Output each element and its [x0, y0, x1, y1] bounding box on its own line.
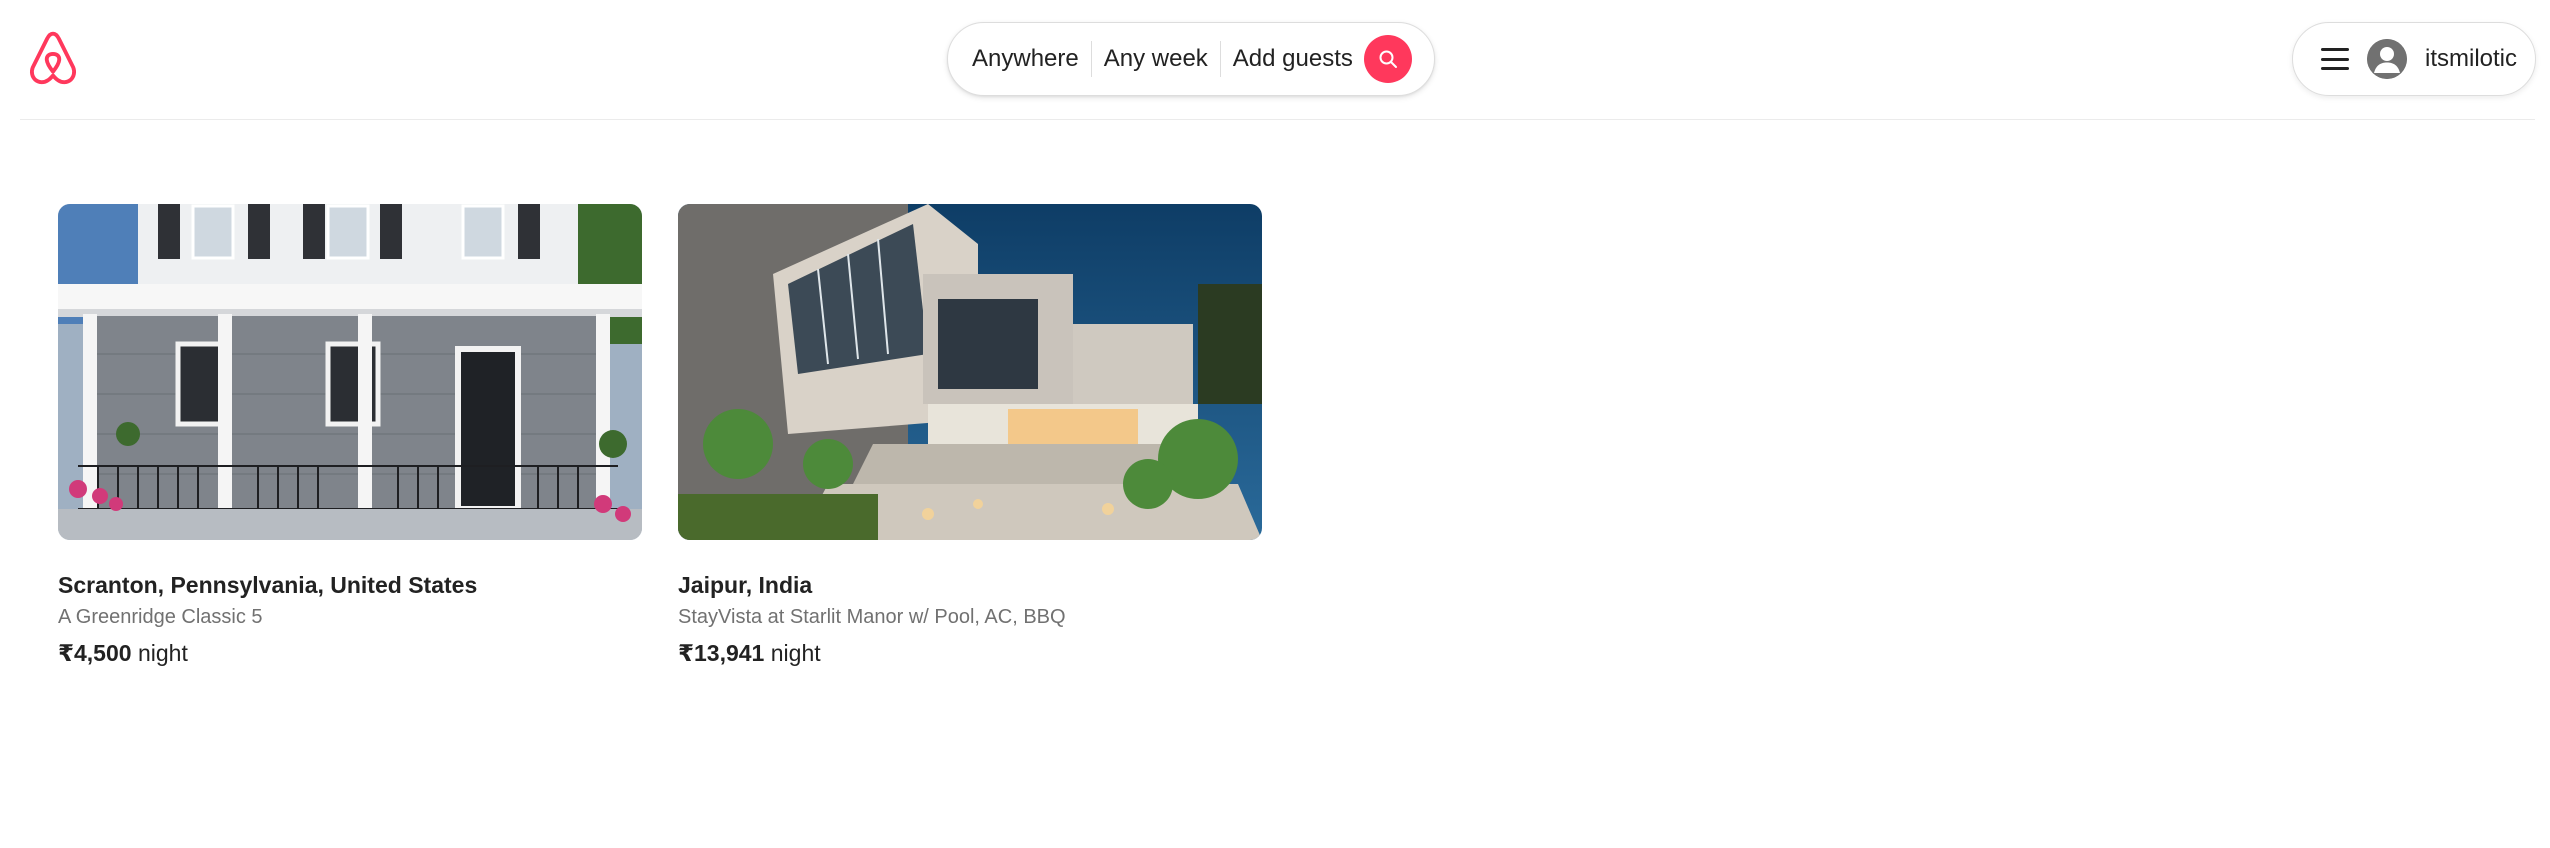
search-icon	[1379, 50, 1397, 68]
listing-card[interactable]: Jaipur, India StayVista at Starlit Manor…	[678, 204, 1262, 668]
search-divider	[1090, 41, 1092, 77]
username: itsmilotic	[2425, 45, 2518, 72]
airbnb-logo-icon[interactable]	[26, 30, 80, 88]
listing-location: Jaipur, India	[678, 572, 813, 598]
search-button[interactable]	[1364, 35, 1412, 83]
price-unit: night	[770, 640, 821, 666]
user-menu-button[interactable]: itsmilotic	[2292, 22, 2536, 96]
search-add-guests[interactable]: Add guests	[1233, 45, 1353, 73]
price-unit: night	[137, 640, 188, 666]
top-navbar: Anywhere Any week Add guests itsmilotic	[0, 0, 2550, 120]
price-amount: ₹4,500	[58, 640, 132, 666]
search-divider	[1219, 41, 1221, 77]
villa-photo-icon[interactable]	[678, 204, 1262, 540]
user-avatar-icon	[2367, 39, 2407, 79]
search-any-week[interactable]: Any week	[1104, 45, 1208, 73]
listing-location: Scranton, Pennsylvania, United States	[58, 572, 478, 598]
listing-price: ₹13,941 night	[678, 638, 1262, 668]
hamburger-menu-icon	[2321, 48, 2349, 70]
house-photo-icon[interactable]	[58, 204, 642, 540]
listing-card[interactable]: Scranton, Pennsylvania, United States A …	[58, 204, 642, 668]
search-bar[interactable]: Anywhere Any week Add guests	[947, 22, 1435, 96]
price-amount: ₹13,941	[678, 640, 765, 666]
listing-name: A Greenridge Classic 5	[58, 606, 263, 628]
listing-name: StayVista at Starlit Manor w/ Pool, AC, …	[678, 606, 1066, 628]
listing-price: ₹4,500 night	[58, 638, 642, 668]
header-divider	[20, 119, 2535, 120]
search-anywhere[interactable]: Anywhere	[972, 45, 1079, 73]
